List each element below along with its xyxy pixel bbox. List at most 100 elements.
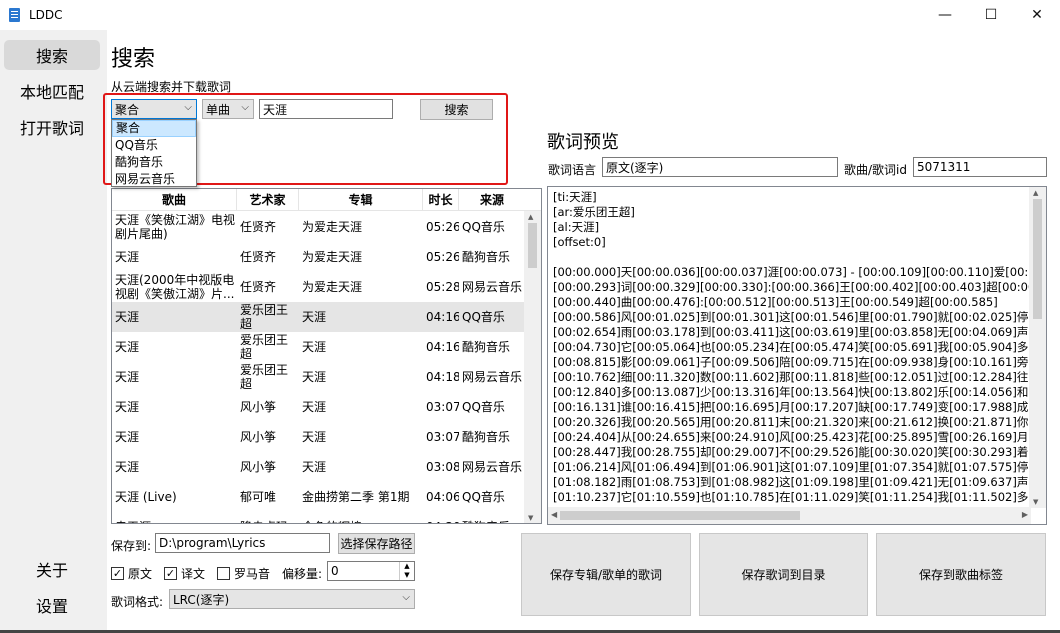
lyric-line (553, 250, 1031, 265)
column-header-album[interactable]: 专辑 (299, 189, 423, 211)
save-to-tag-button[interactable]: 保存到歌曲标签 (876, 533, 1046, 616)
table-row[interactable]: 天涯《笑傲江湖》电视剧片尾曲) 任贤齐 为爱走天涯 05:26 QQ音乐 (112, 212, 525, 242)
cell-source: QQ音乐 (462, 310, 505, 324)
translation-checkbox[interactable]: ✓ 译文 (164, 565, 205, 582)
source-option-aggregate[interactable]: 聚合 (112, 120, 196, 137)
scroll-down-icon[interactable]: ▼ (1033, 498, 1038, 506)
table-row[interactable]: 天涯 风小筝 天涯 03:07 QQ音乐 (112, 392, 525, 422)
spin-arrows-icon[interactable]: ▲ ▼ (399, 562, 414, 580)
cell-album: 天涯 (302, 460, 327, 474)
original-checkbox[interactable]: ✓ 原文 (111, 565, 152, 582)
cell-song: 天涯 (115, 460, 140, 474)
cell-album: 今色的辉煌 (299, 512, 423, 523)
cell-artist: 任贤齐 (240, 250, 277, 264)
lyric-line: [00:20.326]我[00:20.565]用[00:20.811]末[00:… (553, 415, 1031, 429)
cell-duration: 04:06 (426, 490, 459, 504)
save-to-dir-button[interactable]: 保存歌词到目录 (699, 533, 868, 616)
table-row[interactable]: 天涯 爱乐团王超 天涯 04:18 网易云音乐 (112, 362, 525, 392)
cell-song: 天涯 (115, 340, 140, 354)
title-bar: LDDC — ☐ ✕ (0, 0, 1060, 30)
cell-song: 天涯 (115, 250, 140, 264)
lyrics-vscrollbar[interactable]: ▲ ▼ (1029, 187, 1046, 508)
scrollbar-thumb[interactable] (560, 511, 800, 520)
scroll-up-icon[interactable]: ▲ (1033, 189, 1038, 197)
scroll-left-icon[interactable]: ◀ (551, 510, 557, 519)
column-header-song[interactable]: 歌曲 (112, 189, 237, 211)
cell-artist: 风小筝 (240, 400, 277, 414)
translation-label: 译文 (181, 567, 206, 581)
cell-album: 天涯 (302, 430, 327, 444)
save-path-input[interactable]: D:\program\Lyrics (155, 533, 330, 553)
table-row[interactable]: 走天涯降央卓玛今色的辉煌04:30酷狗音乐 (112, 512, 525, 523)
sidebar: 搜索 本地匹配 打开歌词 关于 设置 (0, 30, 107, 633)
lyric-line: [00:00.440]曲[00:00.476]:[00:00.512][00:0… (553, 295, 998, 309)
cell-song: 走天涯 (112, 512, 237, 523)
maximize-button[interactable]: ☐ (968, 0, 1014, 30)
lyric-line: [01:10.237]它[01:10.559]也[01:10.785]在[01:… (553, 490, 1031, 504)
cell-artist: 任贤齐 (240, 280, 277, 294)
source-dropdown-list[interactable]: 聚合 QQ音乐 酷狗音乐 网易云音乐 (111, 119, 197, 187)
cell-duration: 04:30 (423, 512, 459, 523)
format-combo[interactable]: LRC(逐字) ⌵ (169, 589, 415, 609)
sidebar-item-search[interactable]: 搜索 (4, 40, 100, 70)
scroll-right-icon[interactable]: ▶ (1022, 510, 1028, 519)
offset-spinbox[interactable]: 0 ▲ ▼ (327, 561, 415, 581)
cell-album: 天涯 (302, 400, 327, 414)
scroll-down-icon[interactable]: ▼ (528, 514, 533, 522)
cell-duration: 04:16 (426, 310, 459, 324)
close-button[interactable]: ✕ (1014, 0, 1060, 30)
lyrics-preview[interactable]: [ti:天涯] [ar:爱乐团王超] [al:天涯] [offset:0] [00:00… (547, 186, 1047, 525)
lyric-language-field[interactable]: 原文(逐字) (602, 157, 838, 177)
sidebar-item-about[interactable]: 关于 (4, 554, 100, 584)
table-row[interactable]: 天涯 风小筝 天涯 03:07 酷狗音乐 (112, 422, 525, 452)
results-table[interactable]: 歌曲 艺术家 专辑 时长 来源 天涯《笑傲江湖》电视剧片尾曲) 任贤齐 为爱走天涯 0… (111, 188, 542, 524)
cell-duration: 05:26 (426, 250, 459, 264)
lyric-line: [00:10.762]细[00:11.320]数[00:11.602]那[00:… (553, 370, 1031, 384)
cell-source: 网易云音乐 (462, 370, 523, 384)
cell-artist: 任贤齐 (240, 220, 277, 234)
checkbox-empty-icon (217, 567, 230, 580)
cell-source: QQ音乐 (462, 220, 505, 234)
sidebar-item-settings[interactable]: 设置 (4, 590, 100, 620)
save-album-lyrics-button[interactable]: 保存专辑/歌单的歌词 (521, 533, 691, 616)
scroll-up-icon[interactable]: ▲ (528, 213, 533, 221)
lyrics-hscrollbar[interactable]: ◀ ▶ (548, 507, 1031, 524)
source-option-qq[interactable]: QQ音乐 (112, 137, 196, 154)
cell-duration: 03:07 (426, 400, 459, 414)
sidebar-item-open-lyrics[interactable]: 打开歌词 (4, 112, 100, 142)
choose-path-button[interactable]: 选择保存路径 (338, 533, 415, 554)
song-id-field[interactable]: 5071311 (913, 157, 1047, 177)
table-row[interactable]: 天涯 爱乐团王超 天涯 04:16 酷狗音乐 (112, 332, 525, 362)
scrollbar-thumb[interactable] (1033, 199, 1042, 319)
page-title: 搜索 (111, 47, 156, 72)
table-row[interactable]: 天涯 风小筝 天涯 03:08 网易云音乐 (112, 452, 525, 482)
cell-source: 网易云音乐 (462, 460, 523, 474)
column-header-duration[interactable]: 时长 (423, 189, 459, 211)
minimize-button[interactable]: — (922, 0, 968, 30)
lyric-language-label: 歌词语言 (548, 163, 597, 177)
table-header: 歌曲 艺术家 专辑 时长 来源 (112, 189, 541, 211)
sidebar-item-local-match[interactable]: 本地匹配 (4, 76, 100, 106)
cell-source: 酷狗音乐 (459, 512, 525, 523)
cell-artist: 郁可唯 (240, 490, 277, 504)
cell-duration: 05:28 (426, 280, 459, 294)
chevron-down-icon: ⌵ (402, 592, 410, 603)
cell-duration: 05:26 (426, 220, 459, 234)
table-row[interactable]: 天涯 (Live) 郁可唯 金曲捞第二季 第1期 04:06 QQ音乐 (112, 482, 525, 512)
scrollbar-thumb[interactable] (528, 223, 537, 268)
cell-song: 天涯 (Live) (115, 490, 177, 504)
cell-album: 为爱走天涯 (302, 220, 363, 234)
lyric-line: [ti:天涯] (553, 190, 597, 204)
column-header-source[interactable]: 来源 (459, 189, 525, 211)
table-row[interactable]: 天涯(2000年中视版电视剧《笑傲江湖》片... 任贤齐 为爱走天涯 05:28 网易云… (112, 272, 525, 302)
checkmark-icon: ✓ (164, 567, 177, 580)
lyric-line: [00:28.447]我[00:28.755]却[00:29.007]不[00:… (553, 445, 1031, 459)
source-option-netease[interactable]: 网易云音乐 (112, 171, 196, 188)
source-option-kugou[interactable]: 酷狗音乐 (112, 154, 196, 171)
table-row[interactable]: 天涯 任贤齐 为爱走天涯 05:26 酷狗音乐 (112, 242, 525, 272)
table-row[interactable]: 天涯 爱乐团王超 天涯 04:16 QQ音乐 (112, 302, 525, 332)
romaji-checkbox[interactable]: 罗马音 (217, 565, 270, 582)
results-scrollbar[interactable]: ▲ ▼ (524, 211, 541, 523)
cell-album: 天涯 (302, 310, 327, 324)
column-header-artist[interactable]: 艺术家 (237, 189, 299, 211)
